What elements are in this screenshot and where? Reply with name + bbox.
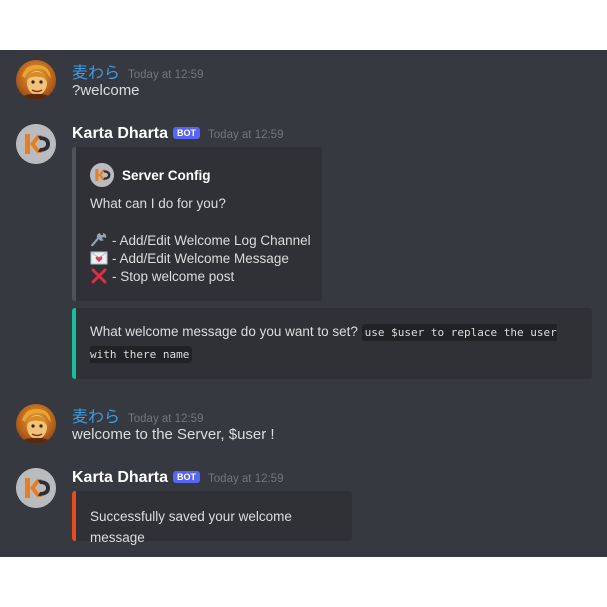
bot-avatar-icon bbox=[16, 468, 56, 508]
envelope-heart-icon bbox=[90, 250, 108, 266]
message-header: Karta Dharta BOT Today at 12:59 bbox=[72, 125, 283, 143]
option-edit-welcome-message: - Add/Edit Welcome Message bbox=[90, 250, 289, 266]
option-label: - Add/Edit Welcome Message bbox=[112, 251, 289, 266]
message-header: Karta Dharta BOT Today at 12:59 bbox=[72, 469, 283, 487]
message-header: 麦わら Today at 12:59 bbox=[72, 403, 203, 427]
option-label: - Add/Edit Welcome Log Channel bbox=[112, 233, 311, 248]
prompt-text: What welcome message do you want to set?… bbox=[90, 321, 570, 365]
user-avatar[interactable] bbox=[16, 404, 56, 444]
embed-author-name: Server Config bbox=[122, 167, 211, 183]
bot-badge: BOT bbox=[173, 127, 201, 139]
timestamp: Today at 12:59 bbox=[128, 69, 204, 81]
message-header: 麦わら Today at 12:59 bbox=[72, 59, 203, 83]
prompt-embed: What welcome message do you want to set?… bbox=[72, 308, 592, 379]
embed-author: Server Config bbox=[90, 163, 211, 187]
bot-badge: BOT bbox=[173, 471, 201, 483]
server-config-icon bbox=[90, 163, 114, 187]
username[interactable]: 麦わら bbox=[72, 403, 120, 427]
bot-avatar[interactable] bbox=[16, 124, 56, 164]
message-content: welcome to the Server, $user ! bbox=[72, 426, 275, 443]
prompt-question: What welcome message do you want to set? bbox=[90, 324, 358, 339]
username[interactable]: Karta Dharta bbox=[72, 469, 168, 487]
option-edit-log-channel: - Add/Edit Welcome Log Channel bbox=[90, 232, 311, 248]
username[interactable]: 麦わら bbox=[72, 59, 120, 83]
user-avatar-icon bbox=[20, 408, 52, 444]
embed-description: What can I do for you? bbox=[90, 196, 226, 211]
user-avatar[interactable] bbox=[16, 60, 56, 100]
bot-avatar-icon bbox=[16, 124, 56, 164]
result-embed: Successfully saved your welcome message bbox=[72, 491, 352, 545]
message-content: ?welcome bbox=[72, 82, 140, 99]
config-embed: Server Config What can I do for you? - A… bbox=[72, 147, 322, 301]
user-avatar-icon bbox=[20, 64, 52, 100]
timestamp: Today at 12:59 bbox=[208, 473, 284, 485]
cross-mark-icon bbox=[90, 268, 108, 284]
timestamp: Today at 12:59 bbox=[208, 129, 284, 141]
wrench-icon bbox=[90, 232, 108, 248]
bot-avatar[interactable] bbox=[16, 468, 56, 508]
result-text: Successfully saved your welcome message bbox=[90, 509, 292, 545]
chat-area: 麦わら Today at 12:59 ?welcome Karta Dharta… bbox=[0, 50, 607, 557]
username[interactable]: Karta Dharta bbox=[72, 125, 168, 143]
option-stop-welcome-post: - Stop welcome post bbox=[90, 268, 234, 284]
timestamp: Today at 12:59 bbox=[128, 413, 204, 425]
option-label: - Stop welcome post bbox=[112, 269, 235, 284]
